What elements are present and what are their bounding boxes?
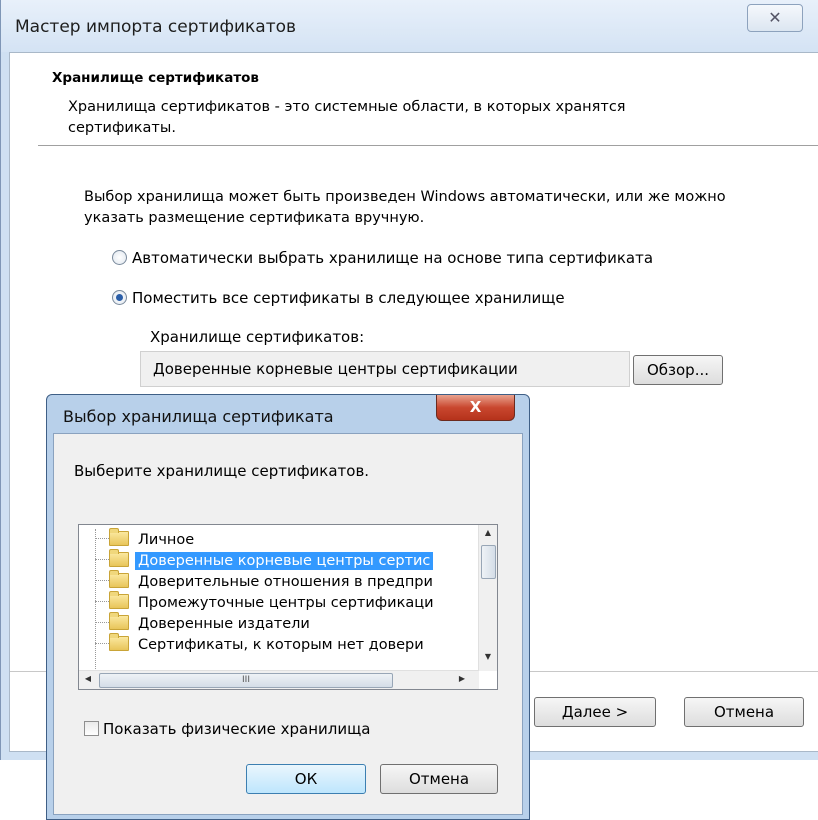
folder-icon (109, 528, 129, 546)
show-physical-label: Показать физические хранилища (103, 720, 371, 738)
tree-connector (95, 559, 109, 560)
checkbox[interactable] (84, 721, 99, 736)
tree-connector (95, 601, 109, 602)
radio-button[interactable] (112, 250, 127, 265)
wizard-title: Мастер импорта сертификатов (15, 17, 297, 37)
store-label: Хранилище сертификатов: (150, 328, 365, 346)
ok-button[interactable]: ОК (246, 764, 366, 794)
header-divider (38, 145, 818, 146)
dialog-prompt: Выберите хранилище сертификатов. (74, 462, 370, 480)
browse-button[interactable]: Обзор... (633, 355, 723, 385)
folder-icon (109, 633, 129, 651)
close-icon[interactable]: X (436, 395, 515, 421)
tree-connector (95, 580, 109, 581)
close-icon[interactable]: ✕ (747, 4, 803, 32)
tree-item[interactable]: Промежуточные центры сертификаци (95, 591, 437, 615)
radio-button[interactable] (112, 290, 127, 305)
folder-icon (109, 612, 129, 630)
dialog-title: Выбор хранилища сертификата (63, 407, 334, 426)
tree-item[interactable]: Доверительные отношения в предпри (95, 570, 436, 594)
folder-icon (109, 591, 129, 609)
tree-connector (95, 538, 109, 539)
scroll-left-icon[interactable]: ◀ (79, 674, 97, 683)
scroll-thumb[interactable]: III (99, 673, 393, 688)
tree-item[interactable]: Доверенные издатели (95, 612, 313, 636)
cancel-button[interactable]: Отмена (684, 697, 804, 727)
tree-viewport: Личное Доверенные корневые центры сертис Д… (79, 525, 479, 671)
tree-item[interactable]: Доверенные корневые центры сертис (95, 549, 434, 573)
select-store-dialog: Выбор хранилища сертификата X Выберите х… (46, 394, 530, 820)
cancel-button[interactable]: Отмена (380, 764, 498, 794)
folder-icon (109, 570, 129, 588)
show-physical-stores-checkbox[interactable]: Показать физические хранилища (84, 720, 370, 738)
tree-item-label: Сертификаты, к которым нет довери (138, 637, 424, 653)
tree-connector (95, 643, 109, 644)
dialog-body: Выберите хранилище сертификатов. Личное Д… (53, 433, 523, 815)
tree-item-label: Промежуточные центры сертификаци (138, 595, 434, 611)
tree-item[interactable]: Сертификаты, к которым нет довери (95, 633, 427, 657)
header-title: Хранилище сертификатов (52, 70, 259, 86)
radio-manual-store[interactable]: Поместить все сертификаты в следующее хр… (112, 289, 565, 307)
scroll-up-icon[interactable]: ▲ (479, 528, 497, 537)
scroll-down-icon[interactable]: ▼ (479, 652, 497, 661)
radio-auto-label: Автоматически выбрать хранилище на основ… (132, 249, 654, 267)
store-field: Доверенные корневые центры сертификации (140, 351, 630, 387)
tree-item-label: Доверенные корневые центры сертис (135, 552, 434, 570)
folder-icon (109, 549, 129, 567)
tree-item-label: Доверительные отношения в предпри (138, 574, 433, 590)
wizard-titlebar: Мастер импорта сертификатов ✕ (1, 0, 818, 52)
scroll-right-icon[interactable]: ▶ (453, 674, 471, 683)
next-button[interactable]: Далее > (534, 697, 656, 727)
tree-connector (95, 622, 109, 623)
tree-item-label: Личное (138, 532, 195, 548)
scroll-thumb[interactable] (481, 545, 496, 579)
radio-manual-label: Поместить все сертификаты в следующее хр… (132, 289, 565, 307)
wizard-header: Хранилище сертификатов Хранилища сертифи… (10, 53, 818, 146)
radio-auto-store[interactable]: Автоматически выбрать хранилище на основ… (112, 249, 653, 267)
horizontal-scrollbar[interactable]: ◀ III ▶ (79, 670, 479, 689)
store-tree[interactable]: Личное Доверенные корневые центры сертис Д… (78, 524, 498, 690)
tree-item-label: Доверенные издатели (138, 616, 310, 632)
vertical-scrollbar[interactable]: ▲ ▼ (478, 525, 497, 671)
intro-text: Выбор хранилища может быть произведен Wi… (84, 189, 726, 226)
header-description: Хранилища сертификатов - это системные о… (68, 99, 626, 136)
